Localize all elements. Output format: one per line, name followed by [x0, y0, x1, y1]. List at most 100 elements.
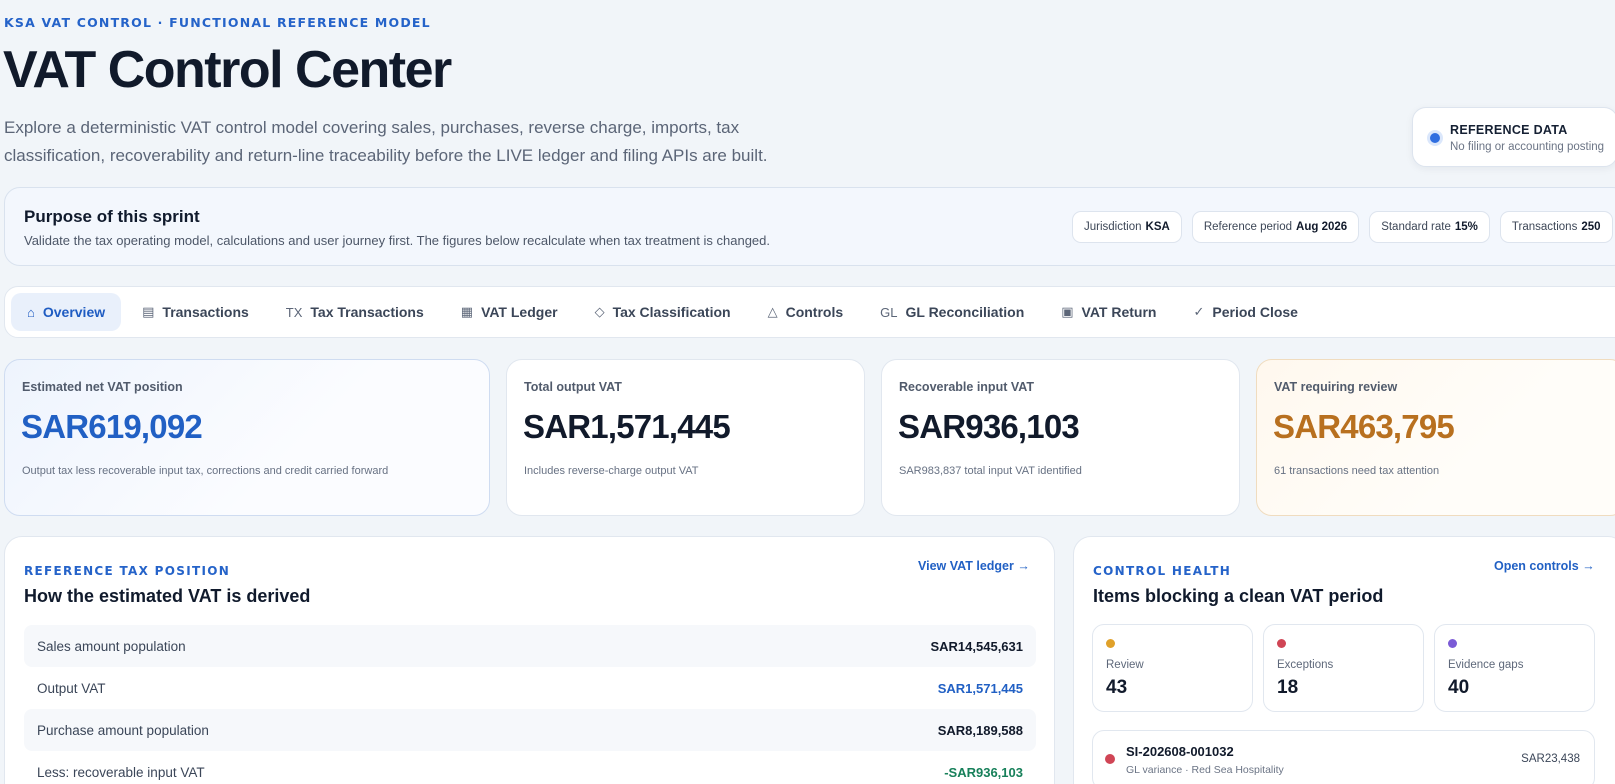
home-icon: ⌂: [27, 304, 35, 320]
table-row: Less: recoverable input VAT -SAR936,103: [24, 751, 1036, 784]
chip-reference-period: Reference period Aug 2026: [1191, 211, 1360, 243]
tab-controls[interactable]: △ Controls: [752, 293, 860, 331]
kpi-value: SAR1,571,445: [523, 408, 731, 445]
diamond-icon: ◇: [594, 304, 605, 319]
health-label: Exceptions: [1277, 659, 1334, 671]
status-dot-icon: [1427, 130, 1443, 146]
page-subtitle: Explore a deterministic VAT control mode…: [4, 118, 768, 165]
tab-label: Transactions: [162, 304, 249, 320]
check-icon: ✓: [1193, 304, 1205, 319]
purpose-panel: Purpose of this sprint Validate the tax …: [4, 187, 1615, 266]
purpose-subtitle: Validate the tax operating model, calcul…: [24, 233, 770, 248]
return-icon: ▣: [1061, 304, 1074, 319]
row-value: SAR1,571,445: [937, 680, 1023, 696]
tab-label: VAT Return: [1081, 304, 1157, 320]
row-label: Sales amount population: [37, 638, 186, 654]
chip-label: Jurisdiction: [1084, 221, 1142, 233]
tab-tax-classification[interactable]: ◇ Tax Classification: [579, 293, 747, 331]
status-dot-icon: [1106, 639, 1115, 648]
health-card-review[interactable]: Review 43: [1092, 624, 1253, 712]
reference-subtitle: No filing or accounting posting: [1450, 141, 1605, 153]
kpi-value: SAR619,092: [21, 408, 203, 445]
health-count: 43: [1106, 677, 1128, 698]
status-dot-icon: [1105, 754, 1115, 764]
issue-detail: GL variance · Red Sea Hospitality: [1126, 764, 1284, 776]
kpi-vat-review: VAT requiring review SAR463,795 61 trans…: [1256, 359, 1615, 516]
chip-standard-rate: Standard rate 15%: [1369, 211, 1490, 243]
table-row: Purchase amount population SAR8,189,588: [24, 709, 1036, 751]
health-card-exceptions[interactable]: Exceptions 18: [1263, 624, 1424, 712]
page-title: VAT Control Center: [3, 41, 452, 99]
kpi-value: SAR936,103: [898, 408, 1080, 445]
row-value: SAR14,545,631: [930, 638, 1023, 654]
health-count: 40: [1448, 677, 1470, 698]
open-controls-link[interactable]: Open controls →: [1494, 559, 1595, 573]
kpi-value: SAR463,795: [1273, 408, 1455, 445]
tab-vat-return[interactable]: ▣ VAT Return: [1045, 293, 1172, 331]
panel-title: How the estimated VAT is derived: [24, 586, 311, 606]
tx-icon: TX: [285, 304, 303, 320]
chip-value: Aug 2026: [1296, 221, 1348, 233]
table-row: Sales amount population SAR14,545,631: [24, 625, 1036, 667]
chip-label: Reference period: [1203, 221, 1293, 233]
tab-overview[interactable]: ⌂ Overview: [11, 293, 122, 331]
reference-title: REFERENCE DATA: [1450, 123, 1568, 137]
tab-label: VAT Ledger: [481, 304, 558, 320]
kpi-label: Recoverable input VAT: [899, 380, 1034, 394]
kpi-label: Total output VAT: [524, 380, 622, 394]
row-label: Less: recoverable input VAT: [37, 764, 205, 780]
kpi-note: Includes reverse-charge output VAT: [524, 465, 699, 477]
issue-id: SI-202608-001032: [1126, 744, 1234, 759]
tab-vat-ledger[interactable]: ▦ VAT Ledger: [445, 293, 574, 331]
view-vat-ledger-link[interactable]: View VAT ledger →: [918, 559, 1030, 573]
panel-eyebrow: REFERENCE TAX POSITION: [24, 564, 231, 578]
tab-label: Tax Transactions: [310, 304, 424, 320]
tax-position-rows: Sales amount population SAR14,545,631 Out…: [24, 625, 1036, 784]
tax-position-panel: REFERENCE TAX POSITION How the estimated…: [4, 536, 1055, 784]
purpose-title: Purpose of this sprint: [24, 207, 200, 226]
status-dot-icon: [1277, 639, 1286, 648]
chip-label: Standard rate: [1381, 221, 1451, 233]
issue-amount: SAR23,438: [1521, 753, 1580, 765]
tab-label: Overview: [42, 304, 106, 320]
tab-gl-reconciliation[interactable]: GL GL Reconciliation: [864, 293, 1040, 331]
health-cards: Review 43 Exceptions 18 Evidence gaps 40: [1092, 624, 1595, 712]
main-tabs: ⌂ Overview ▤ Transactions TX Tax Transactio…: [4, 286, 1615, 338]
chip-value: KSA: [1145, 221, 1170, 233]
list-icon: ▤: [142, 304, 155, 319]
health-card-evidence-gaps[interactable]: Evidence gaps 40: [1434, 624, 1595, 712]
row-label: Purchase amount population: [37, 722, 209, 738]
tab-label: Period Close: [1212, 304, 1298, 320]
status-dot-icon: [1448, 639, 1457, 648]
tab-transactions[interactable]: ▤ Transactions: [126, 293, 265, 331]
kpi-note: SAR983,837 total input VAT identified: [899, 465, 1082, 477]
tab-tax-transactions[interactable]: TX Tax Transactions: [270, 293, 440, 331]
control-health-panel: CONTROL HEALTH Items blocking a clean VA…: [1073, 536, 1615, 784]
list-item[interactable]: SI-202608-001032 GL variance · Red Sea H…: [1092, 730, 1595, 784]
row-label: Output VAT: [37, 680, 106, 696]
kpi-output-vat: Total output VAT SAR1,571,445 Includes r…: [506, 359, 865, 516]
panel-eyebrow: CONTROL HEALTH: [1093, 564, 1232, 578]
kpi-net-vat: Estimated net VAT position SAR619,092 Ou…: [4, 359, 490, 516]
kpi-label: Estimated net VAT position: [22, 380, 183, 394]
chip-value: 15%: [1454, 221, 1478, 233]
ledger-icon: ▦: [460, 304, 474, 319]
tab-label: GL Reconciliation: [905, 304, 1025, 320]
tab-label: Tax Classification: [612, 304, 731, 320]
tab-label: Controls: [785, 304, 844, 320]
reference-data-badge: REFERENCE DATA No filing or accounting p…: [1412, 107, 1615, 167]
health-count: 18: [1277, 677, 1299, 698]
kpi-note: Output tax less recoverable input tax, c…: [22, 465, 389, 477]
chip-label: Transactions: [1511, 221, 1578, 233]
kpi-recoverable-input-vat: Recoverable input VAT SAR936,103 SAR983,…: [881, 359, 1240, 516]
health-label: Review: [1106, 659, 1144, 671]
kpi-label: VAT requiring review: [1274, 380, 1398, 394]
panel-title: Items blocking a clean VAT period: [1093, 586, 1384, 606]
row-value: -SAR936,103: [944, 764, 1023, 780]
health-label: Evidence gaps: [1448, 659, 1524, 671]
gl-icon: GL: [880, 304, 898, 320]
chip-jurisdiction: Jurisdiction KSA: [1072, 211, 1182, 243]
context-chips: Jurisdiction KSA Reference period Aug 2026…: [1072, 211, 1613, 243]
triangle-icon: △: [767, 304, 778, 319]
tab-period-close[interactable]: ✓ Period Close: [1177, 293, 1314, 331]
